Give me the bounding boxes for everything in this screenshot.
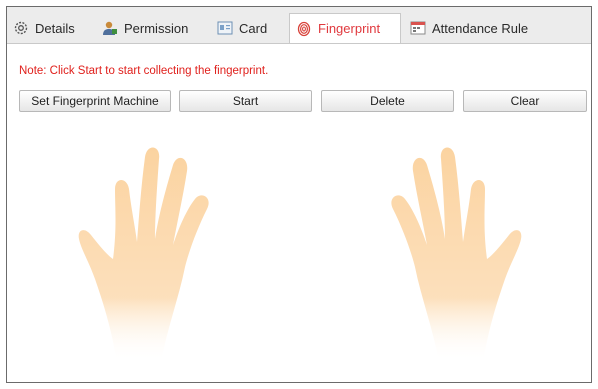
tab-attendance-rule[interactable]: Attendance Rule — [410, 15, 528, 41]
fingerprint-icon — [296, 21, 312, 37]
start-button[interactable]: Start — [179, 90, 312, 112]
tab-fingerprint[interactable]: Fingerprint — [289, 13, 401, 43]
card-icon — [217, 20, 233, 36]
right-hand-image — [391, 147, 522, 362]
instruction-note: Note: Click Start to start collecting th… — [19, 65, 269, 77]
hands-illustration — [78, 147, 522, 362]
left-hand-image — [78, 147, 209, 362]
tab-label: Fingerprint — [318, 21, 381, 36]
delete-button[interactable]: Delete — [321, 90, 454, 112]
tab-permission[interactable]: Permission — [102, 15, 188, 41]
tab-bar: Details Permission Card Fingerprint Atte… — [7, 7, 591, 44]
tab-label: Permission — [124, 20, 189, 36]
fingerprint-panel: Details Permission Card Fingerprint Atte… — [6, 6, 592, 383]
tab-label: Card — [239, 20, 268, 36]
tab-label: Details — [35, 20, 75, 36]
tab-details[interactable]: Details — [13, 15, 75, 41]
clear-button[interactable]: Clear — [463, 90, 587, 112]
tab-card[interactable]: Card — [217, 15, 267, 41]
calendar-icon — [410, 20, 426, 36]
gear-icon — [13, 20, 29, 36]
user-icon — [102, 20, 118, 36]
tab-label: Attendance Rule — [432, 20, 529, 36]
set-fingerprint-machine-button[interactable]: Set Fingerprint Machine — [19, 90, 171, 112]
